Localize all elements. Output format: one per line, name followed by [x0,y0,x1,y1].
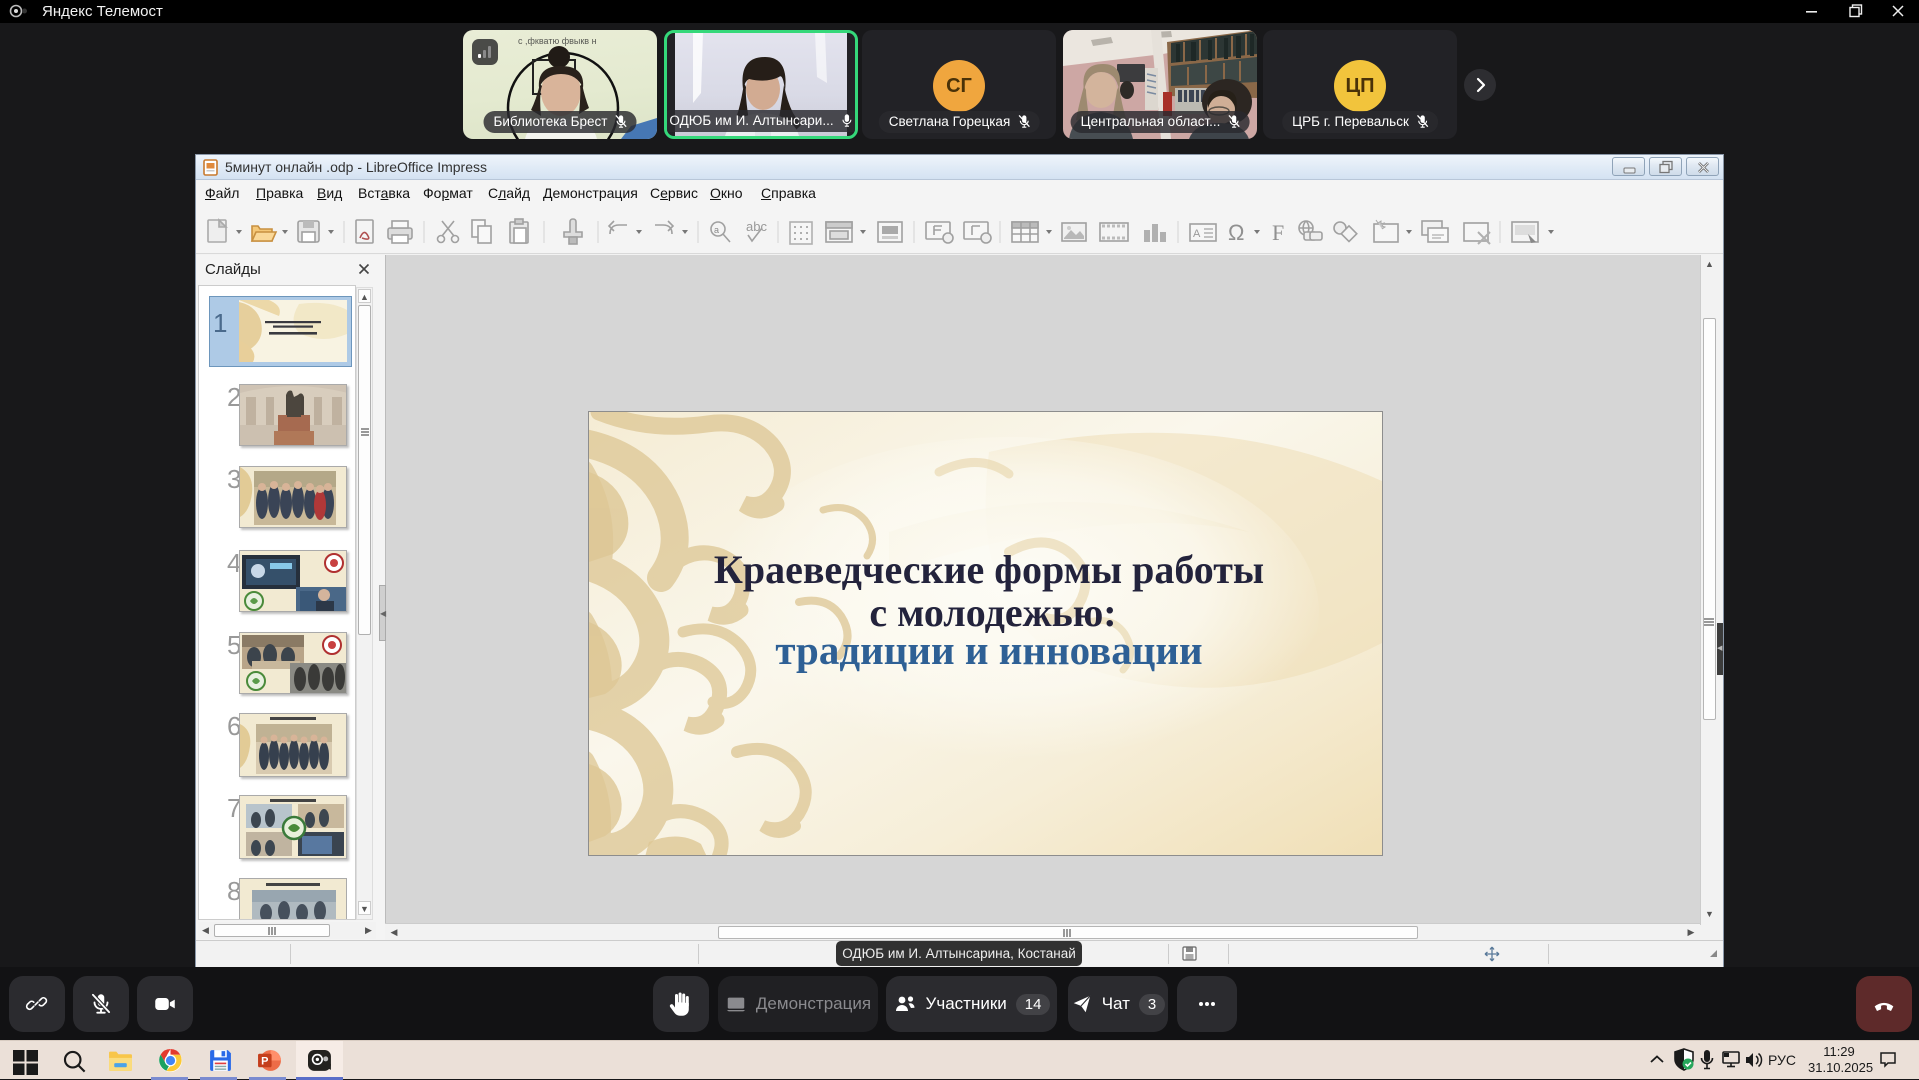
svg-text:a: a [714,225,719,235]
svg-text:Ω: Ω [1228,220,1244,245]
svg-text:P: P [261,1055,268,1067]
svg-text:Краеведческие формы работы: Краеведческие формы работы [714,547,1264,592]
svg-text:abc: abc [746,219,767,234]
svg-text:с ,фкватю фвыкв н: с ,фкватю фвыкв н [518,36,597,46]
svg-text:A: A [1193,228,1201,240]
svg-text:традиции и инновации: традиции и инновации [775,627,1202,673]
svg-text:F: F [1272,220,1284,245]
